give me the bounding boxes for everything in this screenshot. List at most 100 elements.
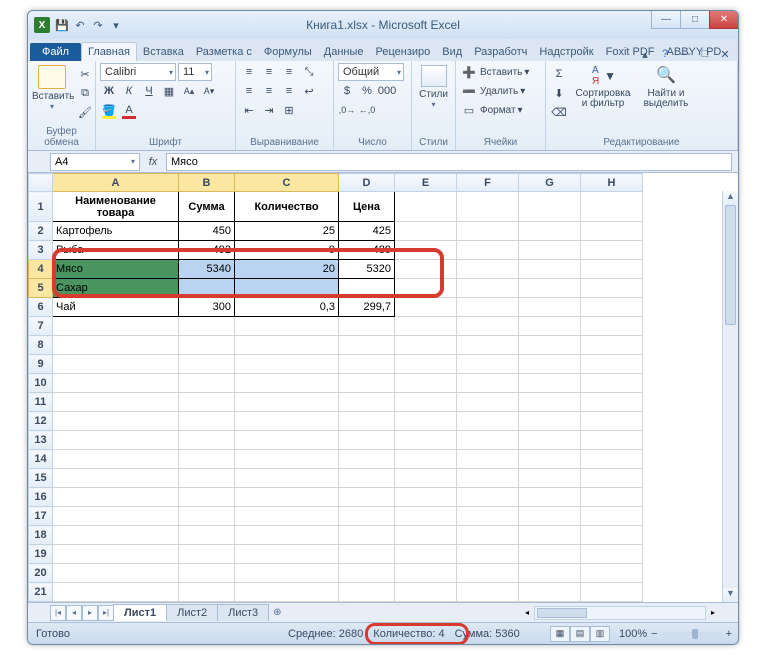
- cell-F13[interactable]: [457, 431, 519, 450]
- col-header-G[interactable]: G: [519, 174, 581, 192]
- cell-E19[interactable]: [395, 545, 457, 564]
- cell-E3[interactable]: [395, 241, 457, 260]
- hscroll-thumb[interactable]: [537, 608, 587, 618]
- cell-D15[interactable]: [339, 469, 395, 488]
- row-header-3[interactable]: 3: [29, 241, 53, 260]
- row-header-13[interactable]: 13: [29, 431, 53, 450]
- cell-B17[interactable]: [179, 507, 235, 526]
- cell-D11[interactable]: [339, 393, 395, 412]
- cell-H20[interactable]: [581, 564, 643, 583]
- cell-B5[interactable]: [179, 279, 235, 298]
- row-header-9[interactable]: 9: [29, 355, 53, 374]
- fill-icon[interactable]: ⬇: [550, 84, 568, 102]
- scroll-right-icon[interactable]: ▸: [706, 608, 720, 617]
- cell-E20[interactable]: [395, 564, 457, 583]
- cell-B3[interactable]: 492: [179, 241, 235, 260]
- align-bottom-icon[interactable]: ≡: [280, 63, 298, 81]
- cell-E6[interactable]: [395, 298, 457, 317]
- cell-E10[interactable]: [395, 374, 457, 393]
- border-button[interactable]: ▦: [160, 82, 178, 100]
- cell-C11[interactable]: [235, 393, 339, 412]
- cell-G5[interactable]: [519, 279, 581, 298]
- cell-C17[interactable]: [235, 507, 339, 526]
- tab-data[interactable]: Данные: [318, 43, 370, 61]
- cell-B13[interactable]: [179, 431, 235, 450]
- tab-home[interactable]: Главная: [81, 42, 137, 61]
- cell-C3[interactable]: 9: [235, 241, 339, 260]
- maximize-button[interactable]: □: [680, 11, 710, 29]
- cell-H16[interactable]: [581, 488, 643, 507]
- cell-B19[interactable]: [179, 545, 235, 564]
- format-painter-icon[interactable]: 🖌: [76, 103, 94, 121]
- cell-F3[interactable]: [457, 241, 519, 260]
- cell-D1[interactable]: Цена: [339, 192, 395, 222]
- cell-H21[interactable]: [581, 583, 643, 602]
- tab-insert[interactable]: Вставка: [137, 43, 190, 61]
- cell-E5[interactable]: [395, 279, 457, 298]
- inc-decimal-icon[interactable]: ,0→: [338, 101, 356, 119]
- cell-A7[interactable]: [53, 317, 179, 336]
- cell-H8[interactable]: [581, 336, 643, 355]
- save-icon[interactable]: 💾: [54, 17, 70, 33]
- cell-E1[interactable]: [395, 192, 457, 222]
- cell-B4[interactable]: 5340: [179, 260, 235, 279]
- font-size-combo[interactable]: 11: [178, 63, 212, 81]
- cell-F8[interactable]: [457, 336, 519, 355]
- cell-H9[interactable]: [581, 355, 643, 374]
- cell-G13[interactable]: [519, 431, 581, 450]
- cell-C13[interactable]: [235, 431, 339, 450]
- sheet-tab-2[interactable]: Лист2: [166, 604, 218, 621]
- undo-icon[interactable]: ↶: [72, 17, 88, 33]
- cell-G17[interactable]: [519, 507, 581, 526]
- cell-D14[interactable]: [339, 450, 395, 469]
- cell-C1[interactable]: Количество: [235, 192, 339, 222]
- scroll-thumb[interactable]: [725, 205, 736, 325]
- cell-D9[interactable]: [339, 355, 395, 374]
- wrap-text-icon[interactable]: ↩: [300, 82, 318, 100]
- cell-G9[interactable]: [519, 355, 581, 374]
- cell-D3[interactable]: 489: [339, 241, 395, 260]
- cell-C7[interactable]: [235, 317, 339, 336]
- ribbon-minimize-icon[interactable]: ▴: [638, 48, 652, 61]
- view-normal-icon[interactable]: ▦: [550, 626, 570, 642]
- row-header-1[interactable]: 1: [29, 192, 53, 222]
- name-box[interactable]: A4: [50, 153, 140, 171]
- cell-H1[interactable]: [581, 192, 643, 222]
- cell-B11[interactable]: [179, 393, 235, 412]
- cell-H3[interactable]: [581, 241, 643, 260]
- cell-D20[interactable]: [339, 564, 395, 583]
- cell-H17[interactable]: [581, 507, 643, 526]
- tab-addins[interactable]: Надстройк: [533, 43, 599, 61]
- indent-inc-icon[interactable]: ⇥: [260, 101, 278, 119]
- cell-A1[interactable]: Наименование товара: [53, 192, 179, 222]
- cell-A19[interactable]: [53, 545, 179, 564]
- col-header-F[interactable]: F: [457, 174, 519, 192]
- cell-F1[interactable]: [457, 192, 519, 222]
- cell-G6[interactable]: [519, 298, 581, 317]
- cell-H4[interactable]: [581, 260, 643, 279]
- view-pagebreak-icon[interactable]: ▥: [590, 626, 610, 642]
- zoom-level[interactable]: 100%: [619, 628, 647, 640]
- row-header-8[interactable]: 8: [29, 336, 53, 355]
- merge-button[interactable]: ⊞: [280, 101, 298, 119]
- close-button[interactable]: ✕: [709, 11, 739, 29]
- align-left-icon[interactable]: ≡: [240, 82, 258, 100]
- sheet-tab-1[interactable]: Лист1: [113, 604, 167, 621]
- tab-review[interactable]: Рецензиро: [370, 43, 437, 61]
- cell-H6[interactable]: [581, 298, 643, 317]
- cell-C8[interactable]: [235, 336, 339, 355]
- col-header-E[interactable]: E: [395, 174, 457, 192]
- cell-C5[interactable]: [235, 279, 339, 298]
- mdi-restore-icon[interactable]: □: [698, 48, 712, 61]
- sheet-nav-prev-icon[interactable]: ◂: [66, 605, 82, 621]
- cell-G7[interactable]: [519, 317, 581, 336]
- number-format-combo[interactable]: Общий: [338, 63, 404, 81]
- cell-E14[interactable]: [395, 450, 457, 469]
- new-sheet-icon[interactable]: ⊕: [273, 607, 281, 618]
- cell-G15[interactable]: [519, 469, 581, 488]
- cell-B8[interactable]: [179, 336, 235, 355]
- cell-G18[interactable]: [519, 526, 581, 545]
- scroll-down-icon[interactable]: ▼: [723, 588, 738, 602]
- cell-D2[interactable]: 425: [339, 222, 395, 241]
- cell-D18[interactable]: [339, 526, 395, 545]
